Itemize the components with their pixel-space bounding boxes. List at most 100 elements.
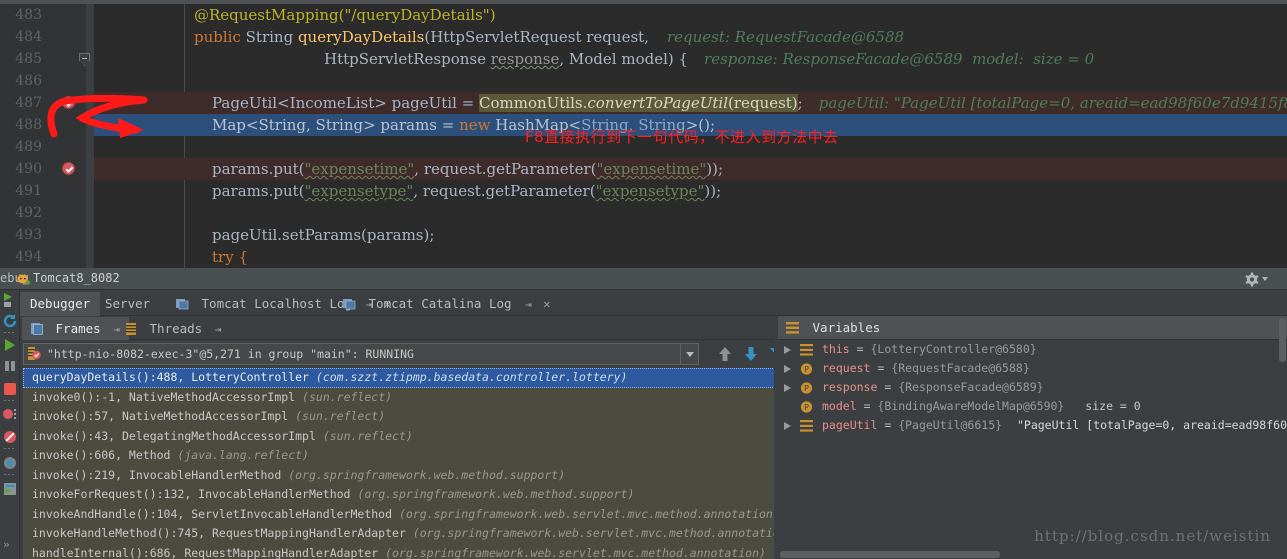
svg-text:P: P (804, 403, 809, 412)
breakpoint-icon[interactable] (62, 162, 75, 175)
toolbar-separator (4, 332, 15, 333)
parameter-value-icon: P (800, 401, 813, 413)
code-line-487[interactable]: PageUtil<IncomeList> pageUtil = CommonUt… (94, 92, 1287, 114)
variable-value: {PageUtil@6615} (898, 418, 1003, 432)
frame-row[interactable]: invoke():606, Method (java.lang.reflect) (23, 446, 787, 466)
code-line-492[interactable] (94, 202, 1287, 224)
inline-debug-hint: response: ResponseFacade@6589 model: siz… (704, 50, 1095, 68)
tab-label: Tomcat Catalina Log (368, 296, 512, 311)
variable-row[interactable]: P response = {ResponseFacade@6589} (778, 378, 1287, 397)
line-number: 488 (15, 117, 42, 133)
frame-row[interactable]: invoke():43, DelegatingMethodAccessorImp… (23, 427, 787, 447)
code-line-486[interactable] (94, 70, 1287, 92)
pause-icon[interactable] (2, 358, 18, 374)
toolbar-separator (4, 448, 15, 449)
code-editor[interactable]: 483 484 485 486 487 488 489 490 491 492 … (0, 0, 1287, 268)
debug-window-header: ebug Tomcat8_8082 (0, 268, 1287, 290)
expand-more-icon[interactable]: » (3, 538, 10, 551)
inline-debug-hint: pageUtil: "PageUtil [totalPage=0, areaid… (818, 94, 1287, 112)
frame-package: (sun.reflect) (295, 409, 386, 423)
variables-pane[interactable]: Variables this = {LotteryController@6580… (778, 316, 1287, 559)
code-line-490[interactable]: params.put("expensetime", request.getPar… (94, 158, 1287, 180)
frame-package: (org.springframework.web.method.support) (288, 467, 566, 482)
expand-triangle-icon[interactable] (784, 422, 791, 430)
console-icon[interactable] (2, 481, 18, 497)
resume-icon[interactable] (2, 337, 18, 353)
debug-tab-bar[interactable]: Debugger Server Tomcat Localhost Log ⇥ ✕… (20, 290, 1287, 333)
tab-label: Threads (149, 321, 203, 336)
code-line-494[interactable]: try { (94, 246, 1287, 268)
up-arrow-icon[interactable] (716, 345, 734, 363)
debug-tool-window[interactable]: ebug Tomcat8_8082 » Debugger Server Tomc… (0, 268, 1287, 559)
code-line-484[interactable]: public String queryDayDetails(HttpServle… (94, 26, 1287, 48)
horizontal-scrollbar[interactable] (780, 551, 1000, 558)
variables-icon (786, 322, 799, 334)
settings-icon[interactable] (2, 455, 18, 471)
tab-threads[interactable]: Threads ⇥ (116, 317, 230, 340)
debug-side-toolbar[interactable]: » (0, 290, 20, 559)
call-stack-frames-list[interactable]: queryDayDetails():488, LotteryController… (23, 368, 787, 559)
chevron-down-icon[interactable] (680, 344, 698, 364)
code-line-493[interactable]: pageUtil.setParams(params); (94, 224, 1287, 246)
stop-icon[interactable] (2, 381, 18, 397)
frame-method: invoke():219, InvocableHandlerMethod (32, 467, 282, 482)
view-breakpoints-icon[interactable] (2, 406, 18, 422)
pin-icon[interactable]: ⇥ (525, 298, 532, 311)
frame-package: (org.springframework.web.servlet.mvc.met… (398, 506, 780, 521)
code-line-485[interactable]: HttpServletResponse response, Model mode… (94, 48, 1287, 70)
frame-row[interactable]: queryDayDetails():488, LotteryController… (23, 368, 787, 388)
thread-selector-dropdown[interactable]: "http-nio-8082-exec-3"@5,271 in group "m… (23, 343, 699, 365)
frame-package: (sun.reflect) (322, 428, 413, 443)
object-value-icon (800, 344, 813, 356)
frame-row[interactable]: invoke():219, InvocableHandlerMethod (or… (23, 466, 787, 486)
inline-debug-hint: request: RequestFacade@6588 (666, 28, 905, 46)
resume-program-icon[interactable] (2, 292, 18, 308)
variable-row[interactable]: pageUtil = {PageUtil@6615} "PageUtil [to… (778, 416, 1287, 435)
frame-method: invoke():57, NativeMethodAccessorImpl (32, 409, 289, 423)
pin-icon[interactable]: ⇥ (215, 323, 222, 336)
expand-triangle-icon[interactable] (784, 365, 791, 373)
variable-name: request (822, 361, 871, 375)
frame-row[interactable]: invokeAndHandle():104, ServletInvocableH… (23, 505, 787, 525)
expand-triangle-icon[interactable] (784, 384, 791, 392)
threads-icon (126, 323, 136, 335)
idea-debug-screen: 483 484 485 486 487 488 489 490 491 492 … (0, 0, 1287, 559)
code-folding-gutter[interactable] (79, 4, 94, 268)
breakpoint-gutter[interactable] (48, 4, 86, 268)
variable-size: size = 0 (1085, 399, 1141, 413)
frame-row[interactable]: invoke0():-1, NativeMethodAccessorImpl (… (23, 388, 787, 408)
thread-running-icon (28, 347, 41, 360)
breakpoint-icon[interactable] (62, 96, 75, 109)
frames-tab-bar[interactable]: Frames ⇥ Threads ⇥ (20, 316, 774, 340)
tab-frames[interactable]: Frames ⇥ (22, 317, 129, 340)
code-line-491[interactable]: params.put("expensetype", request.getPar… (94, 180, 1287, 202)
frames-pane[interactable]: Frames ⇥ Threads ⇥ "http-nio-8082-exec-3… (20, 316, 787, 559)
down-arrow-icon[interactable] (742, 345, 760, 363)
variable-row[interactable]: P request = {RequestFacade@6588} (778, 359, 1287, 378)
variable-row[interactable]: P model = {BindingAwareModelMap@6590} si… (778, 397, 1287, 416)
tab-tomcat-catalina-log[interactable]: Tomcat Catalina Log ⇥ ✕ (333, 292, 560, 316)
variables-scrollbar[interactable] (1279, 318, 1286, 362)
gear-icon[interactable] (1241, 272, 1271, 287)
close-icon[interactable]: ✕ (543, 297, 550, 311)
tab-debugger[interactable]: Debugger (20, 292, 101, 316)
line-number: 490 (15, 161, 42, 177)
thread-selector-value: "http-nio-8082-exec-3"@5,271 in group "m… (47, 347, 414, 361)
variable-value: {BindingAwareModelMap@6590} (877, 399, 1065, 413)
expand-triangle-icon[interactable] (784, 346, 791, 354)
variable-name: pageUtil (822, 418, 878, 432)
tab-label: Server (105, 296, 151, 311)
frame-method: invoke0():-1, NativeMethodAccessorImpl (32, 389, 296, 404)
tab-server[interactable]: Server (95, 292, 160, 316)
line-number: 493 (15, 227, 42, 243)
frame-row[interactable]: invokeHandleMethod():745, RequestMapping… (23, 524, 787, 544)
frame-package: (sun.reflect) (302, 389, 393, 404)
code-line-483[interactable]: @RequestMapping("/queryDayDetails") (94, 4, 1287, 26)
rerun-icon[interactable] (2, 313, 18, 329)
frame-row[interactable]: invoke():57, NativeMethodAccessorImpl (s… (23, 407, 787, 427)
console-icon (343, 299, 356, 310)
frame-row[interactable]: handleInternal():686, RequestMappingHand… (23, 544, 787, 559)
frame-row[interactable]: invokeForRequest():132, InvocableHandler… (23, 485, 787, 505)
mute-breakpoints-icon[interactable] (2, 429, 18, 445)
variable-row[interactable]: this = {LotteryController@6580} (778, 340, 1287, 359)
